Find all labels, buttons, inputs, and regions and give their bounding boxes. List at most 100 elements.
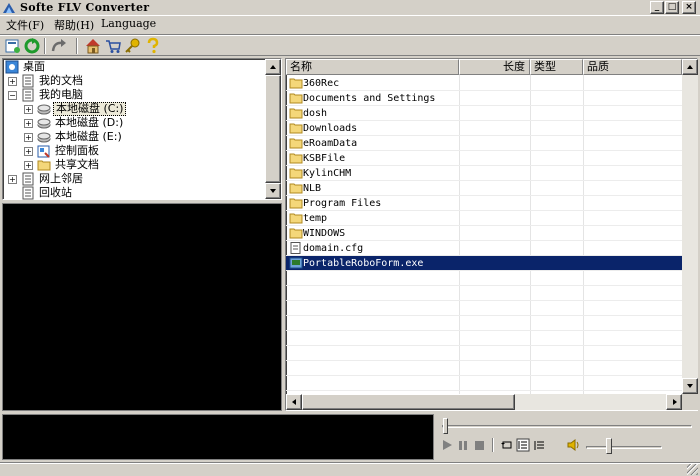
toolbar-separator	[44, 38, 46, 54]
file-row[interactable]: eRoamData	[286, 136, 682, 151]
expand-icon[interactable]: +	[8, 77, 17, 86]
scroll-corner	[682, 394, 698, 410]
file-name: dosh	[303, 108, 328, 119]
grid-line	[286, 330, 682, 331]
file-name: 360Rec	[303, 78, 340, 89]
file-name: temp	[303, 213, 328, 224]
maximize-button[interactable]: □	[665, 1, 679, 14]
scroll-thumb[interactable]	[265, 75, 281, 183]
list-icon[interactable]	[532, 438, 546, 452]
minimize-button[interactable]: _	[650, 1, 664, 14]
exe-icon	[289, 257, 303, 269]
tree-item-label: 本地磁盘 (D:)	[55, 116, 124, 129]
seek-track[interactable]	[442, 425, 692, 428]
expand-icon[interactable]: +	[24, 133, 33, 142]
folder-icon	[289, 183, 303, 194]
resize-grip[interactable]	[687, 464, 698, 475]
tree-item-label: 我的文档	[39, 74, 83, 87]
folder-icon	[289, 123, 303, 134]
menu-language[interactable]: Language	[101, 17, 156, 30]
loop-icon[interactable]	[500, 438, 514, 452]
window-title: Softe FLV Converter	[20, 1, 150, 14]
scroll-down-button[interactable]	[265, 183, 281, 199]
help-icon[interactable]	[144, 37, 162, 55]
pause-icon[interactable]	[456, 438, 470, 452]
tree-item-label: 我的电脑	[39, 88, 83, 101]
expand-icon[interactable]: +	[24, 147, 33, 156]
stop-icon[interactable]	[472, 438, 486, 452]
grid-line	[286, 315, 682, 316]
seek-slider[interactable]	[443, 418, 448, 434]
file-row[interactable]: KylinCHM	[286, 166, 682, 181]
recycle-bin-icon	[22, 186, 34, 200]
file-list-vscrollbar[interactable]	[682, 59, 698, 394]
redo-icon[interactable]	[50, 37, 68, 55]
arrow-down-icon	[687, 384, 693, 388]
file-row[interactable]: 360Rec	[286, 76, 682, 91]
scroll-right-button[interactable]	[666, 394, 682, 410]
file-row[interactable]: Program Files	[286, 196, 682, 211]
volume-icon[interactable]	[566, 438, 580, 452]
scroll-left-button[interactable]	[286, 394, 302, 410]
folder-icon	[289, 138, 303, 149]
column-header-length[interactable]: 长度	[459, 59, 530, 75]
volume-slider[interactable]	[606, 438, 612, 454]
folder-icon	[289, 198, 303, 209]
file-name: NLB	[303, 183, 322, 194]
file-list[interactable]: 名称 长度 类型 品质 360Rec Documents and Settings…	[285, 58, 698, 411]
menu-file[interactable]: 文件(F)	[6, 17, 44, 33]
file-name: PortableRoboForm.exe	[303, 258, 424, 269]
file-list-hscrollbar[interactable]	[286, 394, 682, 410]
network-icon	[22, 172, 34, 186]
file-row[interactable]: KSBFile	[286, 151, 682, 166]
key-icon[interactable]	[124, 37, 142, 55]
grid-line	[286, 345, 682, 346]
column-header-quality[interactable]: 品质	[583, 59, 682, 75]
expand-icon[interactable]: +	[24, 105, 33, 114]
computer-icon	[22, 88, 34, 102]
open-icon[interactable]	[4, 37, 22, 55]
folder-tree[interactable]: 桌面 + 我的文档 − 我的电脑 + 本地磁盘 (C:) + 本地磁盘 (D:)…	[2, 58, 282, 200]
menu-help[interactable]: 帮助(H)	[54, 17, 94, 33]
control-panel-icon	[37, 145, 50, 158]
file-row[interactable]: dosh	[286, 106, 682, 121]
column-header-name[interactable]: 名称	[286, 59, 459, 75]
file-name: domain.cfg	[303, 243, 364, 254]
file-row[interactable]: Downloads	[286, 121, 682, 136]
documents-icon	[22, 74, 34, 88]
expand-icon[interactable]: +	[24, 161, 33, 170]
player-separator	[492, 438, 494, 452]
scroll-up-button[interactable]	[265, 59, 281, 75]
output-preview	[2, 414, 434, 460]
scroll-thumb[interactable]	[302, 394, 515, 410]
video-preview	[2, 203, 282, 411]
close-button[interactable]: ×	[682, 1, 696, 14]
grid-line	[286, 375, 682, 376]
file-row[interactable]: domain.cfg	[286, 241, 682, 256]
collapse-icon[interactable]: −	[8, 91, 17, 100]
folder-icon	[289, 108, 303, 119]
tree-scrollbar[interactable]	[265, 59, 281, 199]
toolbar	[0, 34, 700, 56]
tree-item-label: 桌面	[23, 60, 45, 73]
file-row[interactable]: NLB	[286, 181, 682, 196]
home-icon[interactable]	[84, 37, 102, 55]
playlist-icon[interactable]	[516, 438, 530, 452]
grid-line	[286, 270, 682, 271]
file-row[interactable]: PortableRoboForm.exe	[286, 256, 682, 271]
tree-item-label: 回收站	[39, 186, 72, 199]
file-row[interactable]: temp	[286, 211, 682, 226]
expand-icon[interactable]: +	[24, 119, 33, 128]
play-icon[interactable]	[440, 438, 454, 452]
app-icon	[3, 3, 15, 13]
file-row[interactable]: WINDOWS	[286, 226, 682, 241]
column-header-type[interactable]: 类型	[530, 59, 583, 75]
cart-icon[interactable]	[104, 37, 122, 55]
volume-track[interactable]	[586, 446, 662, 449]
file-row[interactable]: Documents and Settings	[286, 91, 682, 106]
scroll-down-button[interactable]	[682, 378, 698, 394]
scroll-up-button[interactable]	[682, 59, 698, 75]
refresh-icon[interactable]	[23, 37, 41, 55]
expand-icon[interactable]: +	[8, 175, 17, 184]
tree-item-label: 控制面板	[55, 144, 99, 157]
